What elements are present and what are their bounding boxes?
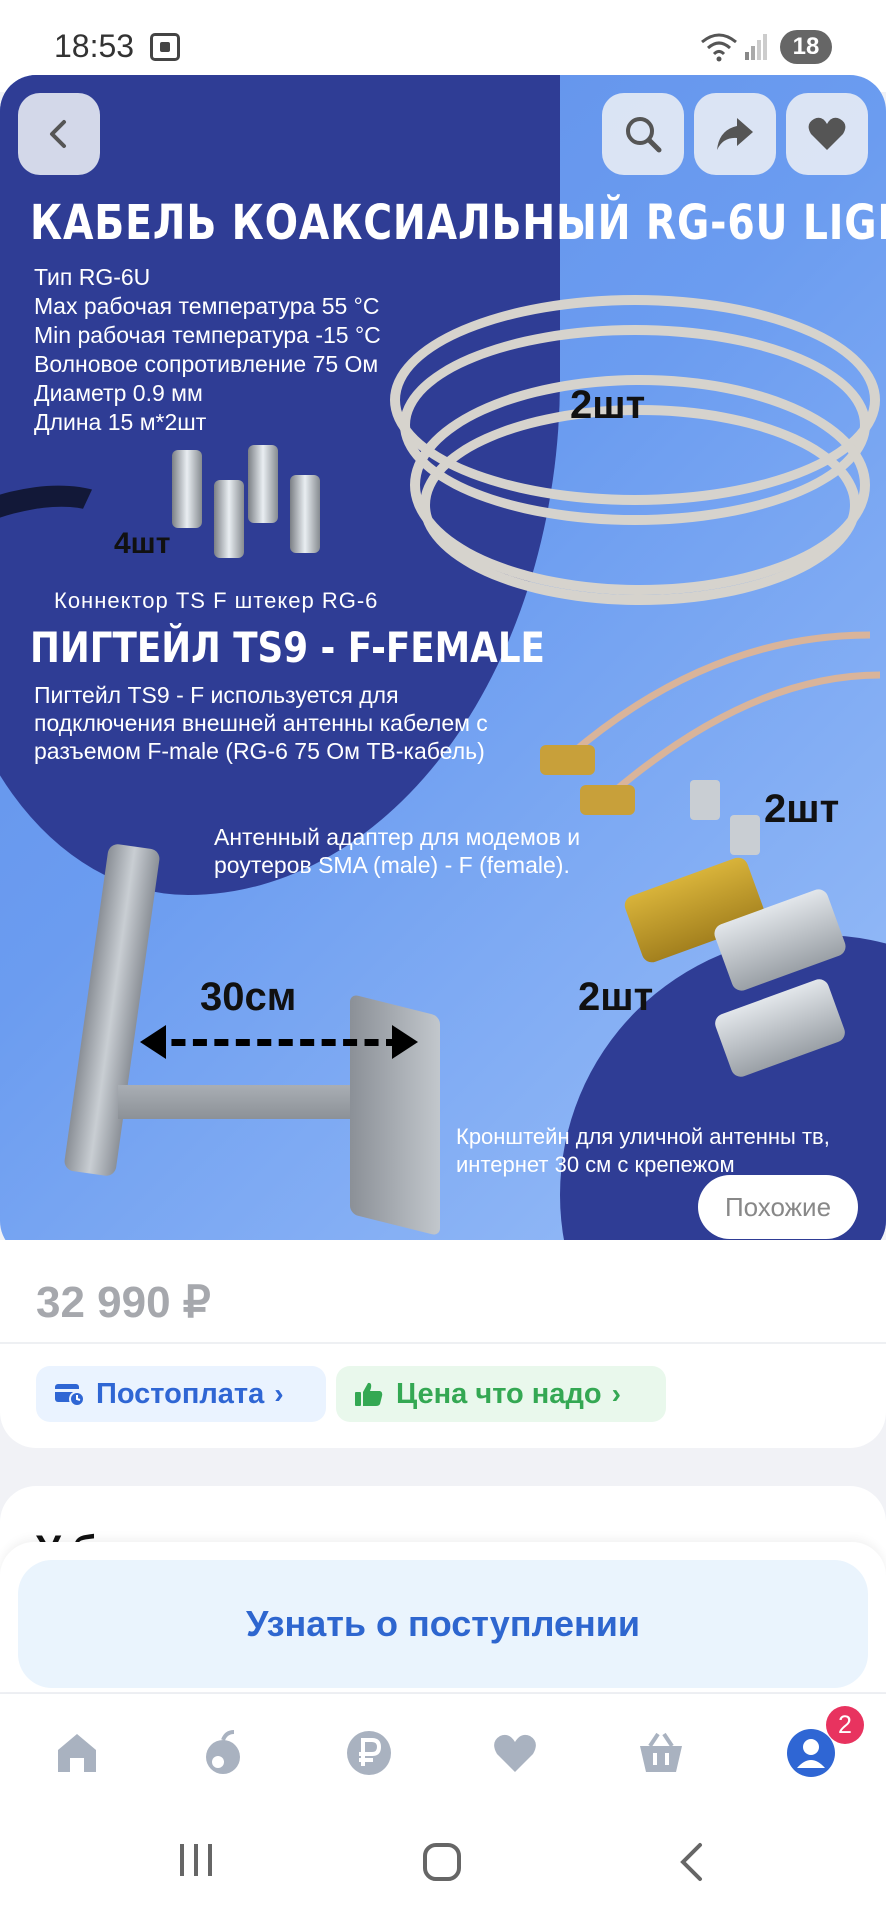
connector-caption: Коннектор TS F штекер RG-6 <box>54 588 379 613</box>
dimension-arrow <box>150 1039 400 1046</box>
signal-icon <box>745 34 767 60</box>
spec-item: Min рабочая температура -15 °С <box>34 322 381 348</box>
bracket-image <box>63 842 161 1178</box>
chevron-right-icon: › <box>611 1378 621 1409</box>
bottom-nav <box>0 1693 886 1803</box>
chevron-left-icon <box>50 120 66 148</box>
fair-price-label: Цена что надо <box>396 1377 602 1410</box>
heart-icon <box>808 117 846 150</box>
share-button[interactable] <box>694 93 776 175</box>
connector-image <box>248 445 278 523</box>
connector-image <box>172 450 202 528</box>
postpay-chip[interactable]: Постоплата › <box>36 1366 326 1422</box>
spec-item: Диаметр 0.9 мм <box>34 380 203 406</box>
spec-item: Волновое сопротивление 75 Ом <box>34 351 379 377</box>
hero-title: КАБЕЛЬ КОАКСИАЛЬНЫЙ RG-6U LIGHT <box>30 195 886 251</box>
connector-image <box>214 480 244 558</box>
adapter-qty: 2шт <box>578 975 654 1019</box>
pigtail-title: ПИГТЕЙЛ TS9 - F-FEMALE <box>30 623 545 672</box>
fresh-icon[interactable] <box>198 1728 248 1778</box>
favorite-button[interactable] <box>786 93 868 175</box>
divider <box>0 1342 886 1344</box>
screen-record-icon <box>150 33 180 61</box>
adapter-desc: Антенный адаптер для модемов и роутеров … <box>214 824 581 878</box>
home-button-icon[interactable] <box>422 1842 462 1882</box>
cart-icon[interactable] <box>636 1728 686 1778</box>
back-button[interactable] <box>18 93 100 175</box>
product-image[interactable]: КАБЕЛЬ КОАКСИАЛЬНЫЙ RG-6U LIGHT Тип RG-6… <box>0 75 886 1257</box>
postpay-label: Постоплата <box>96 1377 265 1410</box>
share-icon <box>717 118 753 150</box>
search-icon <box>626 117 662 153</box>
search-button[interactable] <box>602 93 684 175</box>
similar-button[interactable]: Похожие <box>698 1175 858 1239</box>
spec-list: Тип RG-6U Max рабочая температура 55 °С … <box>34 263 381 437</box>
pigtail-qty: 2шт <box>764 787 840 831</box>
cable-qty: 2шт <box>570 383 646 427</box>
bracket-desc: Кронштейн для уличной антенны тв, интерн… <box>456 1124 830 1177</box>
fair-price-chip[interactable]: Цена что надо › <box>336 1366 666 1422</box>
card-clock-icon <box>55 1384 84 1407</box>
price: 32 990 ₽ <box>36 1278 211 1327</box>
arrow-right-icon <box>392 1025 418 1059</box>
home-icon[interactable] <box>52 1728 102 1778</box>
heart-icon[interactable] <box>490 1728 540 1778</box>
profile-badge: 2 <box>826 1706 864 1744</box>
spec-item: Длина 15 м*2шт <box>34 409 207 435</box>
battery-indicator: 18 <box>780 30 832 64</box>
connector-qty: 4шт <box>114 527 171 560</box>
recent-apps-icon[interactable] <box>176 1842 216 1878</box>
wifi-icon <box>701 33 737 62</box>
notify-button[interactable]: Узнать о поступлении <box>18 1560 868 1688</box>
connector-image <box>290 475 320 553</box>
status-time: 18:53 <box>54 28 135 64</box>
bracket-size: 30см <box>200 975 297 1019</box>
thumbs-up-icon <box>355 1382 383 1406</box>
bracket-image <box>118 1085 378 1119</box>
spec-item: Max рабочая температура 55 °С <box>34 293 380 319</box>
chevron-right-icon: › <box>274 1378 284 1409</box>
arrow-left-icon <box>140 1025 166 1059</box>
ruble-icon[interactable] <box>344 1728 394 1778</box>
pigtail-desc: Пигтейл TS9 - F используется для подключ… <box>34 682 488 764</box>
back-nav-icon[interactable] <box>676 1842 706 1882</box>
spec-item: Тип RG-6U <box>34 264 151 290</box>
